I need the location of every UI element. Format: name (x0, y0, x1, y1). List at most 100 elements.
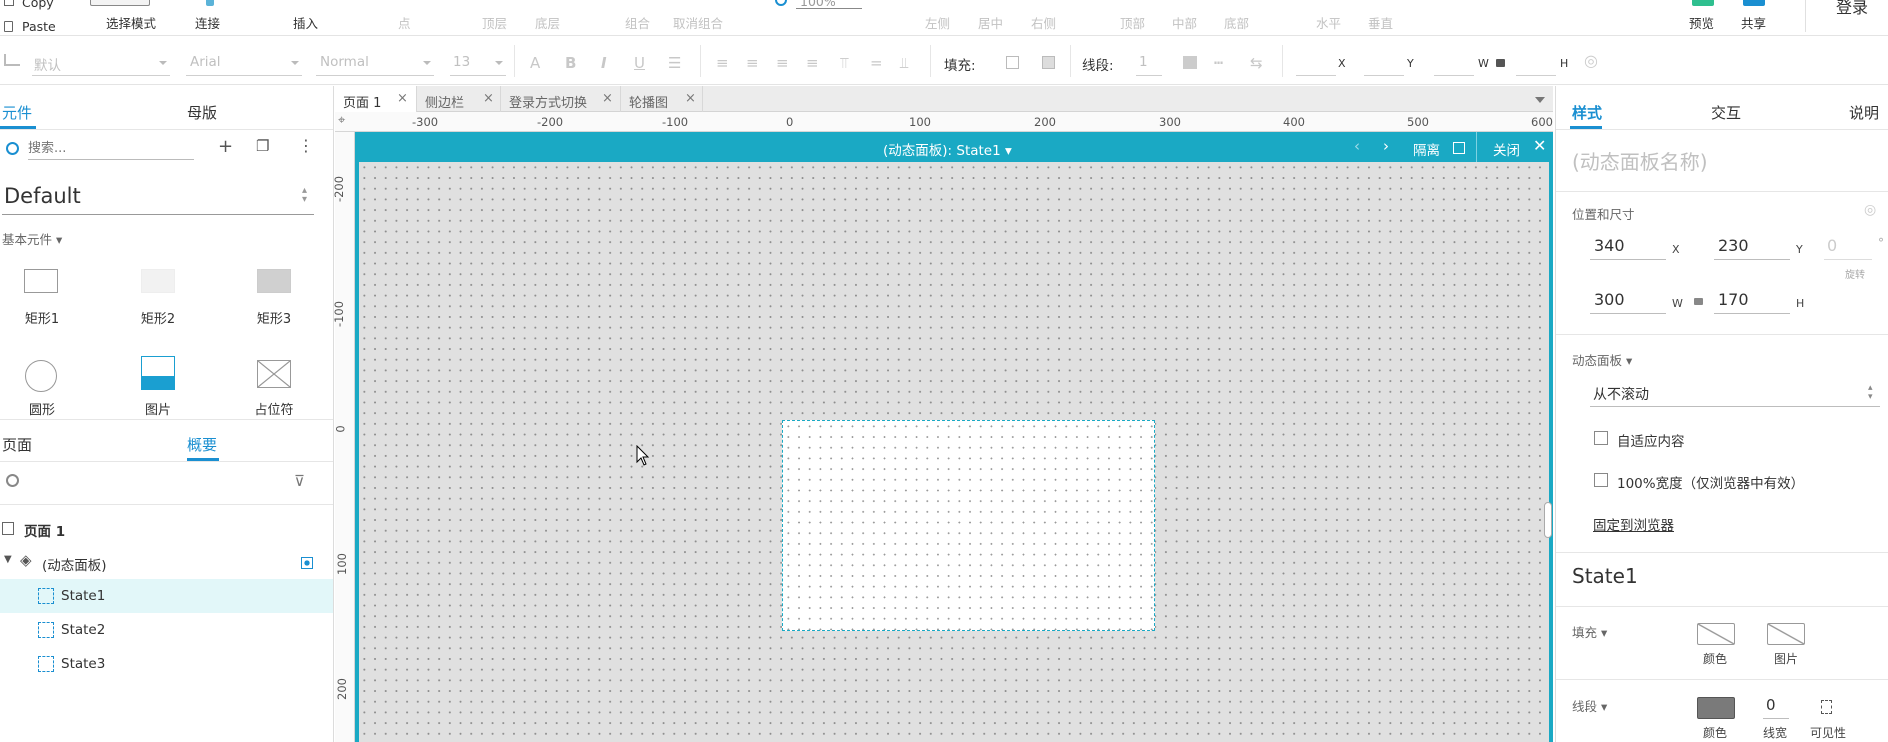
fit-content-checkbox[interactable] (1594, 431, 1608, 445)
copy-button[interactable]: Copy (22, 0, 54, 10)
tree-item-state3[interactable]: State3 (0, 647, 333, 681)
library-menu-icon[interactable]: ❐ (256, 137, 269, 155)
tab-style[interactable]: 样式 (1572, 102, 1602, 123)
pin-to-browser-link[interactable]: 固定到浏览器 (1593, 514, 1674, 534)
font-family-select[interactable]: Arial (190, 54, 221, 70)
distribute-vertical-button[interactable]: 垂直 (1368, 13, 1393, 32)
valign-top-icon[interactable]: ⫪ (840, 54, 848, 72)
tree-item-page[interactable]: 页面 1 (0, 511, 333, 545)
style-select[interactable]: 默认 (34, 54, 61, 74)
justify-icon[interactable]: ≡ (806, 54, 819, 72)
select-stepper-icon[interactable]: ▴ ▾ (1868, 384, 1873, 402)
close-icon[interactable]: × (397, 91, 408, 106)
point-button[interactable]: 点 (398, 13, 411, 32)
close-icon[interactable]: × (602, 91, 613, 106)
x-field[interactable] (1296, 75, 1336, 76)
rotation-field[interactable]: 0 (1827, 236, 1837, 255)
x-field[interactable]: 340 (1594, 236, 1625, 255)
italic-icon[interactable]: I (601, 54, 607, 72)
bottom-layer-button[interactable]: 底层 (535, 13, 560, 32)
panel-name-input[interactable]: (动态面板名称) (1572, 146, 1708, 175)
ungroup-button[interactable]: 取消组合 (673, 13, 723, 32)
align-center-icon[interactable]: ≡ (746, 54, 759, 72)
close-panel-button[interactable]: 关闭 (1493, 139, 1520, 159)
fill-section-label[interactable]: 填充 ▾ (1572, 622, 1607, 641)
tab-outline[interactable]: 概要 (187, 434, 217, 455)
scroll-option-select[interactable]: 从不滚动 (1593, 384, 1649, 404)
lock-icon[interactable] (1496, 59, 1505, 67)
stroke-width-value[interactable]: 1 (1139, 54, 1148, 70)
full-width-checkbox[interactable] (1594, 473, 1608, 487)
align-bottom-button[interactable]: 底部 (1224, 13, 1249, 32)
rectangle3-widget[interactable] (257, 269, 291, 293)
top-layer-button[interactable]: 顶层 (482, 13, 507, 32)
state-selector[interactable]: (动态面板): State1 ▾ (883, 139, 1012, 159)
paste-button[interactable]: Paste (22, 19, 56, 34)
insert-button[interactable]: 插入 (293, 13, 318, 32)
h-field[interactable] (1516, 75, 1556, 76)
library-select[interactable]: Default (4, 184, 81, 208)
canvas-scrollbar[interactable] (1544, 502, 1552, 538)
underline-icon[interactable]: U (634, 54, 645, 72)
isolate-button[interactable]: 隔离 (1413, 139, 1440, 159)
lock-aspect-icon[interactable] (1694, 298, 1703, 305)
visibility-icon[interactable] (1821, 700, 1832, 714)
dynamic-panel-state-area[interactable] (782, 420, 1155, 631)
font-size-select[interactable]: 13 (453, 54, 470, 70)
distribute-horizontal-button[interactable]: 水平 (1316, 13, 1341, 32)
preview-button[interactable]: 预览 (1689, 13, 1714, 32)
circle-widget[interactable] (25, 360, 57, 392)
tree-item-dynamic-panel[interactable]: ▼ ◈ (动态面板) (0, 545, 333, 579)
fill-image-swatch[interactable] (1767, 623, 1805, 645)
bullet-list-icon[interactable]: ☰ (668, 54, 681, 72)
library-stepper-icon[interactable]: ▴ ▾ (302, 186, 307, 205)
add-library-icon[interactable]: + (218, 136, 233, 157)
fill-color-swatch[interactable] (1697, 623, 1735, 645)
align-left-button[interactable]: 左侧 (925, 13, 950, 32)
align-top-button[interactable]: 顶部 (1120, 13, 1145, 32)
more-options-icon[interactable]: ⋮ (298, 136, 314, 155)
dynamic-panel-section-label[interactable]: 动态面板 ▾ (1572, 350, 1632, 369)
rectangle2-widget[interactable] (141, 269, 175, 293)
tab-masters[interactable]: 母版 (187, 102, 217, 123)
align-right-button[interactable]: 右侧 (1031, 13, 1056, 32)
tree-item-state1[interactable]: State1 (0, 579, 333, 613)
visibility-eye-icon[interactable]: ◎ (1584, 51, 1598, 70)
font-color-icon[interactable]: A (530, 54, 540, 72)
image-widget[interactable] (141, 356, 175, 390)
ruler-origin-icon[interactable]: ⌖ (338, 113, 345, 128)
tab-pages[interactable]: 页面 (2, 434, 32, 455)
placeholder-widget[interactable] (257, 360, 291, 388)
tab-interactions[interactable]: 交互 (1711, 102, 1741, 123)
search-input[interactable] (28, 138, 194, 160)
filter-icon[interactable]: ⊽ (294, 472, 305, 490)
connect-button[interactable]: 连接 (195, 13, 220, 32)
font-weight-select[interactable]: Normal (320, 54, 369, 70)
close-icon[interactable]: × (685, 91, 696, 106)
y-field[interactable] (1364, 75, 1404, 76)
arrow-style-icon[interactable]: ⇆ (1250, 54, 1263, 72)
select-mode-button[interactable]: 选择模式 (106, 13, 156, 32)
tree-item-state2[interactable]: State2 (0, 613, 333, 647)
panel-select-icon[interactable] (301, 557, 313, 569)
close-icon[interactable]: × (483, 91, 494, 106)
isolate-icon[interactable] (1453, 142, 1465, 154)
tab-overflow-icon[interactable] (1535, 97, 1545, 103)
stroke-color-swatch[interactable] (1697, 697, 1735, 719)
stroke-color-swatch[interactable] (1183, 56, 1197, 69)
prev-state-icon[interactable]: ‹ (1354, 137, 1360, 155)
stroke-section-label[interactable]: 线段 ▾ (1572, 696, 1607, 715)
rectangle1-widget[interactable] (24, 269, 58, 293)
align-middle-button[interactable]: 中部 (1172, 13, 1197, 32)
w-field[interactable] (1434, 75, 1474, 76)
fill-color-swatch[interactable] (1006, 56, 1019, 69)
valign-bottom-icon[interactable]: ⫫ (900, 54, 908, 72)
basic-widgets-group[interactable]: 基本元件 ▾ (2, 229, 62, 248)
align-left-icon[interactable]: ≡ (716, 54, 729, 72)
visibility-eye-icon[interactable]: ◎ (1864, 202, 1876, 218)
h-field[interactable]: 170 (1718, 290, 1749, 309)
share-button[interactable]: 共享 (1741, 13, 1766, 32)
y-field[interactable]: 230 (1718, 236, 1749, 255)
align-right-icon[interactable]: ≡ (776, 54, 789, 72)
expand-arrow-icon[interactable]: ▼ (4, 554, 12, 565)
